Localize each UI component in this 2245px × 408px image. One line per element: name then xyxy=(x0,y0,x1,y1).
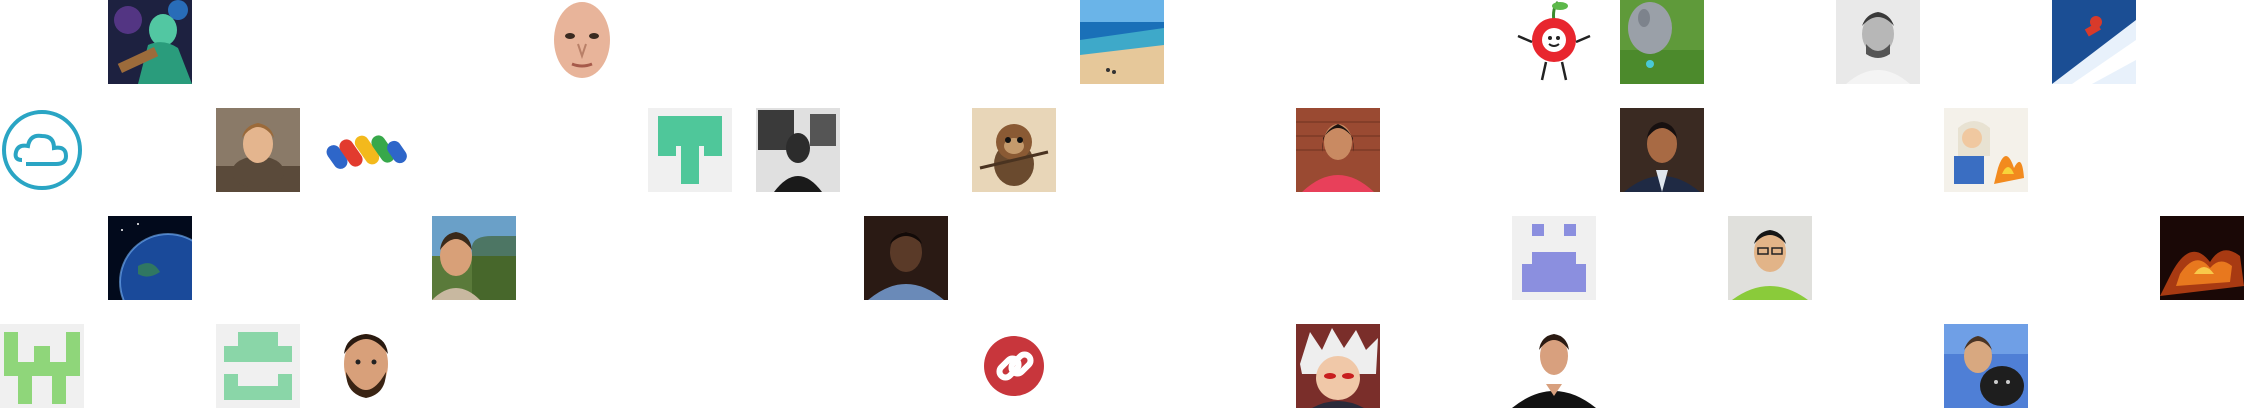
avatar-identicon-green-2[interactable] xyxy=(0,324,84,408)
avatar-photo-man-outdoors[interactable] xyxy=(432,216,516,300)
avatar-photo-man-suit[interactable] xyxy=(1620,108,1704,192)
avatar-photo-snowboarder[interactable] xyxy=(2052,0,2136,84)
avatar-image xyxy=(108,0,192,84)
avatar-photo-man-dark[interactable] xyxy=(864,216,948,300)
avatar-photo-goat-grass[interactable] xyxy=(1620,0,1704,84)
avatar-image xyxy=(216,324,300,408)
avatar-image xyxy=(1512,216,1596,300)
avatar-photo-dark-gallery[interactable] xyxy=(756,108,840,192)
avatar-image xyxy=(432,216,516,300)
avatar-photo-man-bw[interactable] xyxy=(1836,0,1920,84)
avatar-image xyxy=(1080,0,1164,84)
avatar-image xyxy=(2160,216,2244,300)
avatar-image xyxy=(0,324,84,408)
avatar-identicon-purple[interactable] xyxy=(1512,216,1596,300)
avatar-image xyxy=(540,0,624,84)
avatar-image xyxy=(1944,108,2028,192)
avatar-anime-white-hair[interactable] xyxy=(1296,324,1380,408)
avatar-logo-wallet-stripes[interactable] xyxy=(324,108,408,192)
avatar-image xyxy=(2052,0,2136,84)
avatar-photo-concert-guitarist[interactable] xyxy=(108,0,192,84)
avatar-image xyxy=(0,108,84,192)
avatar-identicon-green-3[interactable] xyxy=(216,324,300,408)
avatar-photo-man-glasses-green[interactable] xyxy=(1728,216,1812,300)
avatar-logo-link-red[interactable] xyxy=(972,324,1056,408)
avatar-comic-asterix[interactable] xyxy=(1944,108,2028,192)
avatar-image xyxy=(1620,108,1704,192)
avatar-cartoon-cherry[interactable] xyxy=(1512,0,1596,84)
avatar-photo-selfie-dog[interactable] xyxy=(1944,324,2028,408)
avatar-photo-fire-art[interactable] xyxy=(2160,216,2244,300)
avatar-image xyxy=(216,108,300,192)
avatar-image xyxy=(1512,324,1596,408)
avatar-image xyxy=(864,216,948,300)
avatar-image xyxy=(1944,324,2028,408)
avatar-identicon-green[interactable] xyxy=(648,108,732,192)
avatar-image xyxy=(1836,0,1920,84)
avatar-image xyxy=(324,324,408,408)
avatar-photo-man-black-shirt[interactable] xyxy=(1512,324,1596,408)
avatar-logo-cloud[interactable] xyxy=(0,108,84,192)
avatar-image xyxy=(1728,216,1812,300)
avatar-image xyxy=(108,216,192,300)
avatar-photo-curly-hair-man[interactable] xyxy=(216,108,300,192)
avatar-image xyxy=(972,108,1056,192)
avatar-photo-bald-face[interactable] xyxy=(540,0,624,84)
avatar-photo-earth-space[interactable] xyxy=(108,216,192,300)
avatar-grid xyxy=(0,0,2245,408)
avatar-photo-woman-brick[interactable] xyxy=(1296,108,1380,192)
avatar-image xyxy=(1512,0,1596,84)
avatar-image xyxy=(1296,324,1380,408)
avatar-image xyxy=(1296,108,1380,192)
avatar-image xyxy=(972,324,1056,408)
avatar-photo-bearded-face[interactable] xyxy=(324,324,408,408)
avatar-photo-ewok[interactable] xyxy=(972,108,1056,192)
avatar-image xyxy=(324,108,408,192)
avatar-image xyxy=(648,108,732,192)
avatar-photo-beach[interactable] xyxy=(1080,0,1164,84)
avatar-image xyxy=(1620,0,1704,84)
avatar-image xyxy=(756,108,840,192)
